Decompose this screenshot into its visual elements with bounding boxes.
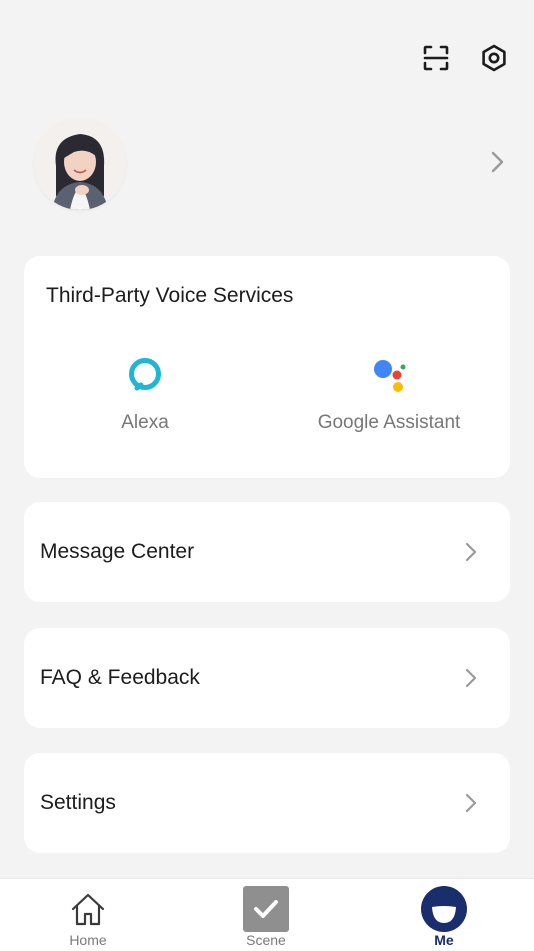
scene-check-icon xyxy=(242,885,290,933)
tab-me-label: Me xyxy=(434,932,454,948)
chevron-right-icon xyxy=(464,542,478,562)
message-center-row[interactable]: Message Center xyxy=(24,502,510,602)
faq-feedback-label: FAQ & Feedback xyxy=(40,666,200,689)
voice-services-card: Third-Party Voice Services Alexa Google … xyxy=(24,256,510,478)
alexa-label: Alexa xyxy=(121,412,169,433)
tab-home[interactable]: Home xyxy=(38,879,138,951)
voice-services-title: Third-Party Voice Services xyxy=(46,284,294,307)
message-center-label: Message Center xyxy=(40,540,195,563)
top-toolbar xyxy=(420,42,510,74)
profile-row[interactable] xyxy=(34,118,510,210)
alexa-icon xyxy=(123,352,167,396)
alexa-service[interactable]: Alexa xyxy=(45,352,245,434)
tab-me[interactable]: Me xyxy=(394,879,494,951)
settings-row[interactable]: Settings xyxy=(24,753,510,853)
settings-label: Settings xyxy=(40,791,116,814)
tab-scene[interactable]: Scene xyxy=(216,879,316,951)
status-bar xyxy=(0,0,534,28)
scan-icon[interactable] xyxy=(420,42,452,74)
chevron-right-icon xyxy=(464,793,478,813)
google-assistant-label: Google Assistant xyxy=(317,412,461,433)
tab-bar: Home Scene Me xyxy=(0,878,534,951)
tab-home-label: Home xyxy=(69,932,107,948)
avatar xyxy=(34,118,126,210)
me-icon xyxy=(420,885,468,933)
faq-feedback-row[interactable]: FAQ & Feedback xyxy=(24,628,510,728)
tab-scene-label: Scene xyxy=(246,932,286,948)
google-assistant-service[interactable]: Google Assistant xyxy=(289,352,489,434)
chevron-right-icon xyxy=(464,668,478,688)
settings-gear-icon[interactable] xyxy=(478,42,510,74)
google-assistant-icon xyxy=(367,352,411,396)
home-icon xyxy=(64,885,112,933)
chevron-right-icon xyxy=(488,150,506,174)
